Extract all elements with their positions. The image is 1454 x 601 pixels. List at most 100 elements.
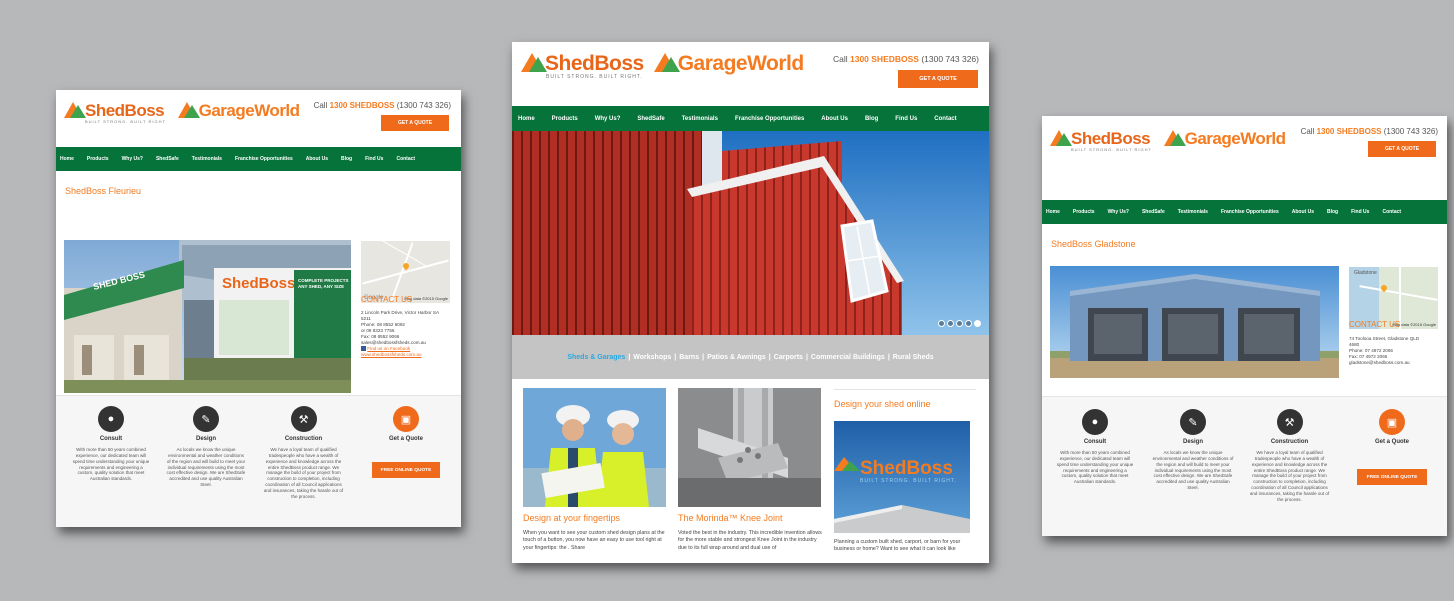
- contact-details: 2 Lincoln Park Drive, Victor Harbor SA 5…: [361, 310, 456, 358]
- nav-about-us[interactable]: About Us: [306, 156, 328, 162]
- call-number[interactable]: 1300 SHEDBOSS: [1317, 127, 1382, 136]
- link-carports[interactable]: Carports: [774, 354, 803, 361]
- contact-heading: CONTACT US: [1349, 320, 1401, 329]
- link-sheds-garages[interactable]: Sheds & Garages: [567, 354, 625, 361]
- category-links: Sheds & Garages | Workshops | Barns | Patio…: [512, 335, 989, 379]
- garageworld-wordmark: GarageWorld: [677, 52, 804, 75]
- nav-shedsafe[interactable]: ShedSafe: [637, 116, 664, 122]
- link-commercial-buildings[interactable]: Commercial Buildings: [811, 354, 885, 361]
- nav-why-us[interactable]: Why Us?: [1108, 209, 1129, 215]
- shedboss-logo[interactable]: ShedBoss BUILT STRONG. BUILT RIGHT.: [1050, 130, 1154, 152]
- nav-franchise[interactable]: Franchise Opportunities: [735, 116, 804, 122]
- main-nav: Home Products Why Us? ShedSafe Testimoni…: [56, 147, 461, 171]
- nav-blog[interactable]: Blog: [341, 156, 352, 162]
- nav-find-us[interactable]: Find Us: [895, 116, 917, 122]
- feature-desc: We have a loyal team of qualified trades…: [263, 447, 344, 499]
- nav-home[interactable]: Home: [1046, 209, 1060, 215]
- feature-construction: ⚒ Construction We have a loyal team of q…: [1247, 409, 1332, 503]
- shedboss-logo[interactable]: ShedBoss BUILT STRONG. BUILT RIGHT.: [521, 53, 644, 80]
- link-patios-awnings[interactable]: Patios & Awnings: [707, 354, 766, 361]
- speech-bubble-icon: ●: [98, 406, 124, 432]
- shedboss-logo-icon: [64, 102, 86, 119]
- call-phone: Call 1300 SHEDBOSS (1300 743 326): [1301, 127, 1438, 136]
- nav-about-us[interactable]: About Us: [1292, 209, 1314, 215]
- feature-design: ✎ Design As locals we know the unique en…: [1152, 409, 1234, 491]
- slider-dot[interactable]: [956, 320, 963, 327]
- get-a-quote-button[interactable]: GET A QUOTE: [898, 70, 978, 88]
- nav-home[interactable]: Home: [60, 156, 74, 162]
- features-band: ● Consult With more than 50 years combin…: [1042, 396, 1447, 536]
- nav-franchise[interactable]: Franchise Opportunities: [235, 156, 293, 162]
- slider-dot-active[interactable]: [974, 320, 981, 327]
- hero-slider-image[interactable]: [512, 131, 989, 335]
- get-a-quote-button[interactable]: GET A QUOTE: [1368, 141, 1436, 157]
- nav-testimonials[interactable]: Testimonials: [682, 116, 718, 122]
- nav-shedsafe[interactable]: ShedSafe: [156, 156, 179, 162]
- header-logos: ShedBoss BUILT STRONG. BUILT RIGHT. Gara…: [64, 102, 300, 124]
- garageworld-wordmark: GarageWorld: [1184, 129, 1286, 148]
- nav-contact[interactable]: Contact: [396, 156, 415, 162]
- column-title-design-online[interactable]: Design your shed online: [834, 399, 931, 409]
- column-title-knee-joint[interactable]: The Morinda™ Knee Joint: [678, 513, 783, 523]
- website-link[interactable]: www.shedbossfsheds.com.au: [361, 352, 456, 358]
- feature-quote: ▣ Get a Quote FREE ONLINE QUOTE: [366, 406, 446, 478]
- nav-about-us[interactable]: About Us: [821, 116, 848, 122]
- slider-dot[interactable]: [938, 320, 945, 327]
- nav-home[interactable]: Home: [518, 116, 535, 122]
- call-digits: (1300 743 326): [394, 101, 451, 110]
- link-rural-sheds[interactable]: Rural Sheds: [893, 354, 934, 361]
- link-barns[interactable]: Barns: [679, 354, 699, 361]
- facebook-link[interactable]: Find us on Facebook: [367, 346, 410, 351]
- call-phone: Call 1300 SHEDBOSS (1300 743 326): [314, 101, 451, 110]
- nav-testimonials[interactable]: Testimonials: [1178, 209, 1208, 215]
- garageworld-logo[interactable]: GarageWorld: [653, 52, 804, 75]
- nav-why-us[interactable]: Why Us?: [122, 156, 143, 162]
- contact-details: 74 Toolooa Street, Gladstone QLD 4680 Ph…: [1349, 336, 1444, 366]
- nav-shedsafe[interactable]: ShedSafe: [1142, 209, 1165, 215]
- nav-franchise[interactable]: Franchise Opportunities: [1221, 209, 1279, 215]
- shedboss-logo[interactable]: ShedBoss BUILT STRONG. BUILT RIGHT.: [64, 102, 168, 124]
- free-online-quote-button[interactable]: FREE ONLINE QUOTE: [1357, 469, 1427, 485]
- feature-quote: ▣ Get a Quote FREE ONLINE QUOTE: [1352, 409, 1432, 485]
- column-title-design[interactable]: Design at your fingertips: [523, 513, 620, 523]
- garageworld-logo[interactable]: GarageWorld: [1163, 129, 1286, 148]
- nav-blog[interactable]: Blog: [1327, 209, 1338, 215]
- nav-products[interactable]: Products: [1073, 209, 1095, 215]
- feature-desc: With more than 50 years combined experie…: [1056, 450, 1134, 485]
- design-online-image[interactable]: ShedBoss BUILT STRONG. BUILT RIGHT.: [834, 421, 970, 533]
- get-a-quote-button[interactable]: GET A QUOTE: [381, 115, 449, 131]
- nav-find-us[interactable]: Find Us: [1351, 209, 1369, 215]
- website-screenshot-gladstone: ShedBoss BUILT STRONG. BUILT RIGHT. Gara…: [1042, 116, 1447, 536]
- nav-why-us[interactable]: Why Us?: [595, 116, 621, 122]
- pencil-icon: ✎: [1180, 409, 1206, 435]
- call-prefix: Call: [313, 101, 330, 110]
- engineers-photo[interactable]: [523, 388, 666, 507]
- nav-contact[interactable]: Contact: [1382, 209, 1401, 215]
- call-number[interactable]: 1300 SHEDBOSS: [850, 54, 919, 64]
- garageworld-logo[interactable]: GarageWorld: [177, 102, 300, 119]
- free-online-quote-button[interactable]: FREE ONLINE QUOTE: [372, 462, 440, 478]
- header-logos: ShedBoss BUILT STRONG. BUILT RIGHT. Gara…: [521, 53, 804, 80]
- main-nav: Home Products Why Us? ShedSafe Testimoni…: [512, 106, 989, 131]
- nav-products[interactable]: Products: [552, 116, 578, 122]
- shedboss-wordmark: ShedBoss: [1071, 129, 1151, 148]
- nav-testimonials[interactable]: Testimonials: [192, 156, 222, 162]
- link-workshops[interactable]: Workshops: [633, 354, 671, 361]
- shedboss-logo-icon: [1050, 130, 1072, 147]
- shedboss-wordmark: ShedBoss: [545, 52, 644, 75]
- slider-dot[interactable]: [947, 320, 954, 327]
- call-prefix: Call: [1300, 127, 1317, 136]
- slider-dot[interactable]: [965, 320, 972, 327]
- nav-products[interactable]: Products: [87, 156, 109, 162]
- knee-joint-photo[interactable]: [678, 388, 821, 507]
- nav-blog[interactable]: Blog: [865, 116, 878, 122]
- location-map[interactable]: Google Map data ©2015 Google: [361, 241, 450, 303]
- garageworld-logo-icon: [177, 102, 200, 119]
- contact-email[interactable]: gladstone@shedboss.com.au: [1349, 360, 1444, 366]
- contact-heading: CONTACT US: [361, 295, 413, 304]
- call-number[interactable]: 1300 SHEDBOSS: [330, 101, 395, 110]
- column-text-knee-joint: Voted the best in the industry. This inc…: [678, 530, 822, 551]
- inbox-icon: ▣: [1379, 409, 1405, 435]
- nav-contact[interactable]: Contact: [934, 116, 956, 122]
- nav-find-us[interactable]: Find Us: [365, 156, 383, 162]
